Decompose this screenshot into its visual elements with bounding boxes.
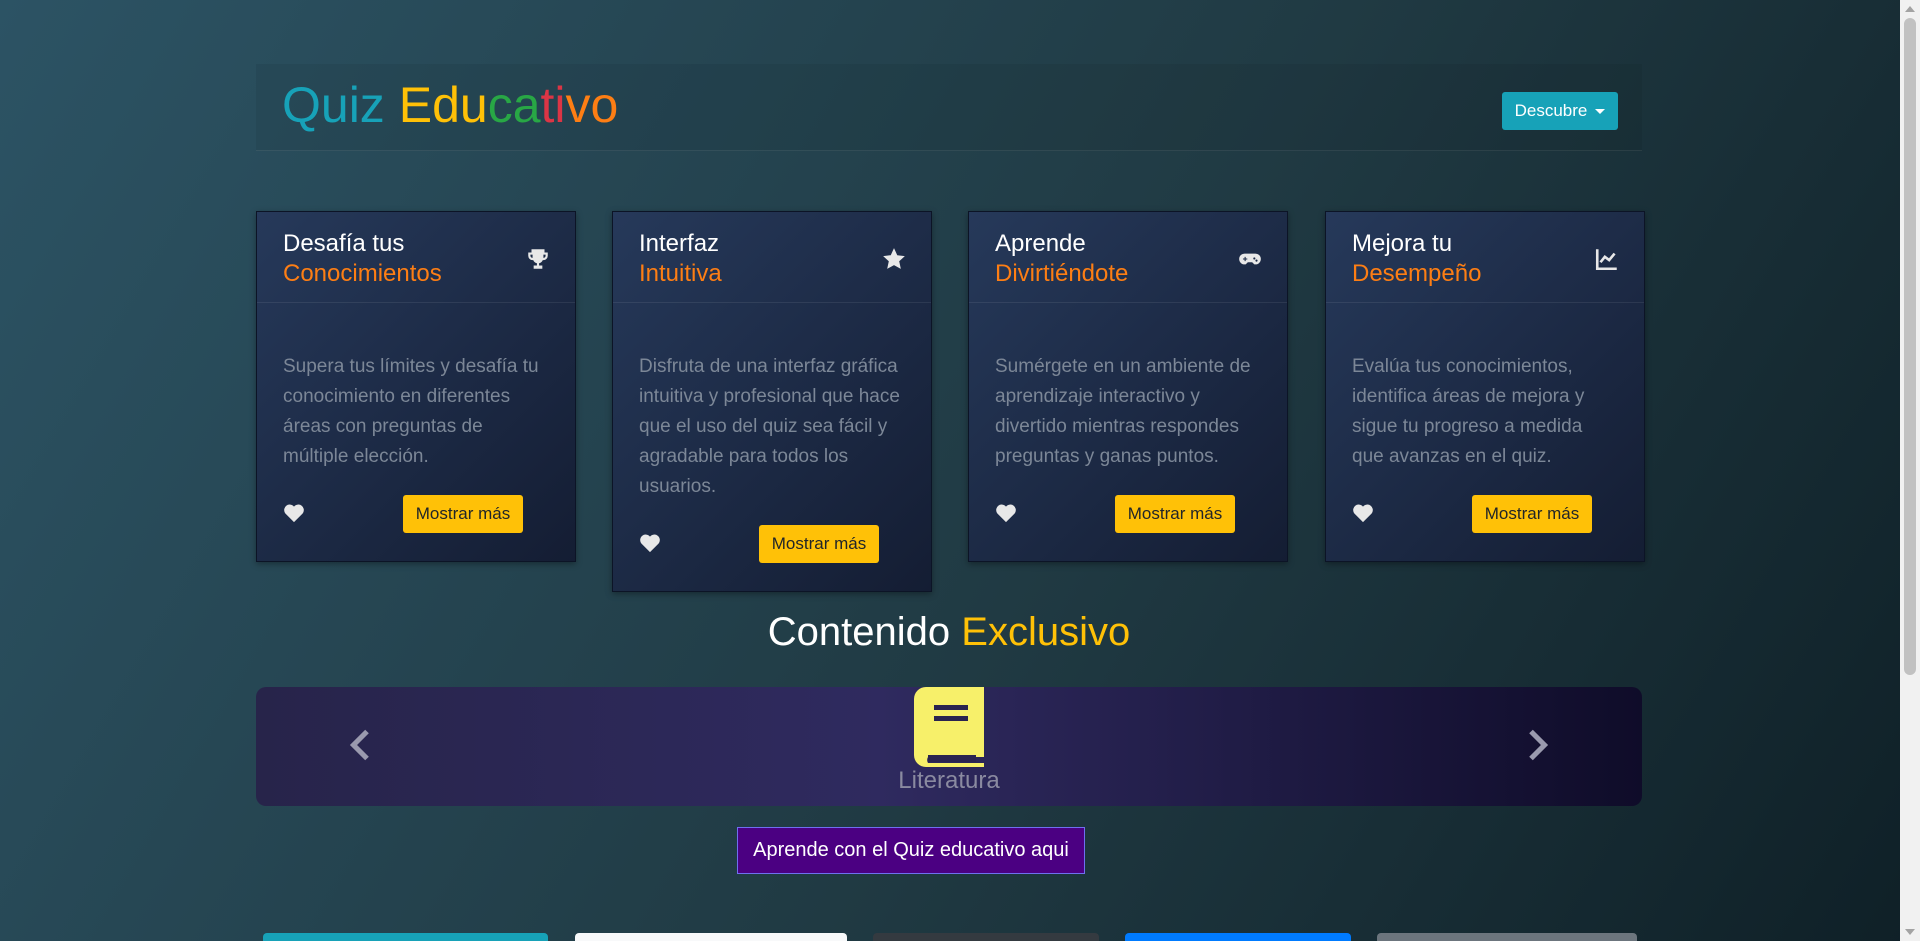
bottom-button-teal[interactable] bbox=[263, 933, 548, 941]
card-title-line2: Conocimientos bbox=[283, 260, 442, 287]
card-header: Mejora tu Desempeño bbox=[1326, 212, 1644, 303]
scroll-up-arrow-icon[interactable] bbox=[1905, 6, 1915, 12]
logo-letter: E bbox=[398, 77, 433, 133]
site-header: Quiz Educativo Descubre bbox=[256, 64, 1642, 151]
card-title: Aprende Divirtiéndote bbox=[995, 229, 1128, 289]
show-more-button[interactable]: Mostrar más bbox=[759, 525, 879, 563]
scrollbar-thumb[interactable] bbox=[1904, 18, 1916, 675]
gamepad-icon bbox=[1239, 253, 1261, 265]
card-description: Sumérgete en un ambiente de aprendizaje … bbox=[995, 356, 1251, 467]
chevron-left-icon[interactable] bbox=[348, 727, 374, 763]
heart-icon[interactable] bbox=[995, 503, 1017, 523]
card-description: Supera tus límites y desafía tu conocimi… bbox=[283, 356, 539, 467]
section-title-part2: Exclusivo bbox=[961, 610, 1131, 654]
chevron-down-icon bbox=[1595, 108, 1606, 114]
feature-card: Aprende Divirtiéndote Sumérgete en un am… bbox=[968, 211, 1288, 562]
logo-letter: v bbox=[565, 77, 591, 133]
card-title-line2: Intuitiva bbox=[639, 260, 722, 287]
scroll-down-arrow-icon[interactable] bbox=[1905, 929, 1915, 935]
card-title: Desafía tus Conocimientos bbox=[283, 229, 442, 289]
heart-icon[interactable] bbox=[1352, 503, 1374, 523]
logo-letter: d bbox=[432, 77, 460, 133]
bottom-button-light[interactable] bbox=[575, 933, 847, 941]
feature-card: Interfaz Intuitiva Disfruta de una inter… bbox=[612, 211, 932, 592]
card-header: Desafía tus Conocimientos bbox=[257, 212, 575, 303]
chart-line-icon bbox=[1595, 249, 1617, 271]
card-title-line2: Desempeño bbox=[1352, 260, 1482, 287]
trophy-icon bbox=[528, 249, 548, 269]
card-title-line1: Interfaz bbox=[639, 230, 720, 257]
vertical-scrollbar[interactable] bbox=[1900, 0, 1920, 941]
chevron-right-icon[interactable] bbox=[1524, 727, 1550, 763]
card-title-line2: Divirtiéndote bbox=[995, 260, 1129, 287]
card-description: Disfruta de una interfaz gráfica intuiti… bbox=[639, 356, 900, 497]
quiz-cta-button[interactable]: Aprende con el Quiz educativo aqui bbox=[737, 827, 1085, 874]
card-description: Evalúa tus conocimientos, identifica áre… bbox=[1352, 356, 1585, 467]
logo-word-quiz: Quiz bbox=[282, 77, 385, 133]
section-title-part1: Contenido bbox=[767, 610, 951, 654]
descubre-label: Descubre bbox=[1514, 101, 1588, 120]
logo-letter: u bbox=[459, 77, 488, 133]
card-header: Interfaz Intuitiva bbox=[613, 212, 931, 303]
card-title: Interfaz Intuitiva bbox=[639, 229, 722, 289]
feature-card: Desafía tus Conocimientos Supera tus lím… bbox=[256, 211, 576, 562]
feature-card: Mejora tu Desempeño Evalúa tus conocimie… bbox=[1325, 211, 1645, 562]
logo-letter: a bbox=[512, 77, 541, 133]
logo-letter: c bbox=[487, 77, 513, 133]
logo-letter: i bbox=[554, 77, 566, 133]
star-icon bbox=[883, 248, 905, 269]
logo-letter: o bbox=[590, 77, 619, 133]
heart-icon[interactable] bbox=[283, 503, 305, 523]
show-more-button[interactable]: Mostrar más bbox=[1472, 495, 1592, 533]
section-title: Contenido Exclusivo bbox=[0, 608, 1898, 656]
carousel-label: Literatura bbox=[898, 767, 1000, 794]
bottom-button-dark[interactable] bbox=[873, 933, 1099, 941]
descubre-dropdown-button[interactable]: Descubre bbox=[1502, 92, 1618, 130]
logo-letter: t bbox=[540, 77, 555, 133]
bottom-button-gray[interactable] bbox=[1377, 933, 1637, 941]
card-title-line1: Desafía tus bbox=[283, 230, 405, 257]
site-logo: Quiz Educativo bbox=[282, 76, 618, 134]
show-more-button[interactable]: Mostrar más bbox=[1115, 495, 1235, 533]
card-header: Aprende Divirtiéndote bbox=[969, 212, 1287, 303]
card-title-line1: Mejora tu bbox=[1352, 230, 1453, 257]
card-title: Mejora tu Desempeño bbox=[1352, 229, 1481, 289]
heart-icon[interactable] bbox=[639, 533, 661, 553]
bottom-button-blue[interactable] bbox=[1125, 933, 1351, 941]
content-carousel: Literatura bbox=[256, 687, 1642, 806]
book-icon bbox=[914, 687, 984, 767]
show-more-button[interactable]: Mostrar más bbox=[403, 495, 523, 533]
card-title-line1: Aprende bbox=[995, 230, 1086, 257]
